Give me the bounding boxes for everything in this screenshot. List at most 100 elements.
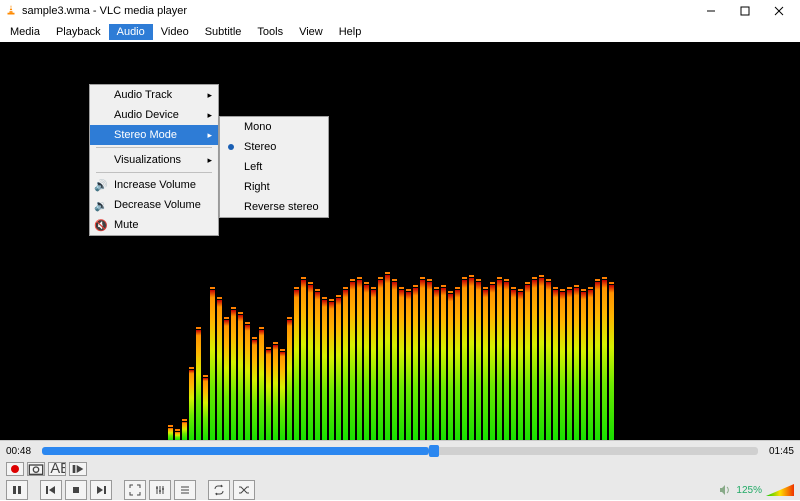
shuffle-button[interactable] xyxy=(233,480,255,500)
spectrum-visualization xyxy=(168,260,648,440)
volume-area: 125% xyxy=(718,483,794,497)
spectrum-bar xyxy=(196,330,201,440)
menu-increase-volume[interactable]: 🔊Increase Volume xyxy=(90,175,218,195)
menu-audio-device[interactable]: Audio Device▸ xyxy=(90,105,218,125)
spectrum-bar xyxy=(336,298,341,440)
menubar: Media Playback Audio Video Subtitle Tool… xyxy=(0,22,800,42)
extended-settings-button[interactable] xyxy=(149,480,171,500)
spectrum-bar xyxy=(252,340,257,440)
spectrum-bar xyxy=(189,370,194,440)
frame-step-button[interactable] xyxy=(69,462,87,476)
menu-decrease-volume[interactable]: 🔉Decrease Volume xyxy=(90,195,218,215)
chevron-right-icon: ▸ xyxy=(207,130,212,141)
menu-label: Visualizations xyxy=(114,154,181,166)
spectrum-bar xyxy=(322,300,327,440)
menu-view[interactable]: View xyxy=(291,24,331,40)
menu-label: Mute xyxy=(114,219,138,231)
stereo-option-left[interactable]: Left xyxy=(220,157,328,177)
spectrum-bar xyxy=(511,290,516,440)
seek-fill xyxy=(42,447,429,455)
spectrum-bar xyxy=(203,378,208,440)
loop-button[interactable] xyxy=(208,480,230,500)
menu-help[interactable]: Help xyxy=(331,24,370,40)
spectrum-bar xyxy=(560,292,565,440)
spectrum-bar xyxy=(602,280,607,440)
menu-stereo-mode[interactable]: Stereo Mode ▸ xyxy=(90,125,218,145)
spectrum-bar xyxy=(343,290,348,440)
menu-tools[interactable]: Tools xyxy=(249,24,291,40)
spectrum-bar xyxy=(357,280,362,440)
maximize-button[interactable] xyxy=(728,0,762,22)
menu-label: Stereo Mode xyxy=(114,129,177,141)
seek-knob[interactable] xyxy=(429,445,439,457)
spectrum-bar xyxy=(504,282,509,440)
spectrum-bar xyxy=(497,280,502,440)
audio-dropdown: Audio Track▸ Audio Device▸ Stereo Mode▸ … xyxy=(89,84,219,236)
spectrum-bar xyxy=(420,280,425,440)
volume-slider[interactable] xyxy=(766,483,794,497)
spectrum-bar xyxy=(273,345,278,440)
stop-button[interactable] xyxy=(65,480,87,500)
spectrum-bar xyxy=(364,285,369,440)
spectrum-bar xyxy=(567,290,572,440)
window-controls xyxy=(694,0,796,22)
menu-label: Left xyxy=(244,161,262,173)
playlist-button[interactable] xyxy=(174,480,196,500)
close-button[interactable] xyxy=(762,0,796,22)
spectrum-bar xyxy=(168,428,173,440)
spectrum-bar xyxy=(245,325,250,440)
next-button[interactable] xyxy=(90,480,112,500)
spectrum-bar xyxy=(581,292,586,440)
pause-button[interactable] xyxy=(6,480,28,500)
spectrum-bar xyxy=(231,310,236,440)
spectrum-bar xyxy=(385,275,390,440)
window-title: sample3.wma - VLC media player xyxy=(22,5,694,17)
stereo-option-stereo[interactable]: Stereo xyxy=(220,137,328,157)
spectrum-bar xyxy=(371,290,376,440)
spectrum-bar xyxy=(301,280,306,440)
seek-bar[interactable] xyxy=(42,447,758,455)
menu-subtitle[interactable]: Subtitle xyxy=(197,24,250,40)
spectrum-bar xyxy=(455,290,460,440)
menu-mute[interactable]: 🔇Mute xyxy=(90,215,218,235)
minimize-button[interactable] xyxy=(694,0,728,22)
spectrum-bar xyxy=(574,288,579,440)
menu-label: Increase Volume xyxy=(114,179,196,191)
menu-playback[interactable]: Playback xyxy=(48,24,109,40)
menu-visualizations[interactable]: Visualizations▸ xyxy=(90,150,218,170)
spectrum-bar xyxy=(441,288,446,440)
snapshot-button[interactable] xyxy=(27,462,45,476)
menu-label: Audio Track xyxy=(114,89,172,101)
stereo-mode-submenu: Mono Stereo Left Right Reverse stereo xyxy=(219,116,329,218)
menu-audio[interactable]: Audio xyxy=(109,24,153,40)
spectrum-bar xyxy=(476,282,481,440)
volume-down-icon: 🔉 xyxy=(94,199,108,212)
spectrum-bar xyxy=(350,282,355,440)
speaker-icon[interactable] xyxy=(718,483,732,497)
radio-selected-icon xyxy=(228,144,234,150)
previous-button[interactable] xyxy=(40,480,62,500)
spectrum-bar xyxy=(588,290,593,440)
stereo-option-mono[interactable]: Mono xyxy=(220,117,328,137)
video-area: Audio Track▸ Audio Device▸ Stereo Mode▸ … xyxy=(0,42,800,440)
time-total[interactable]: 01:45 xyxy=(764,446,794,457)
spectrum-bar xyxy=(490,285,495,440)
stereo-option-right[interactable]: Right xyxy=(220,177,328,197)
stereo-option-reverse[interactable]: Reverse stereo xyxy=(220,197,328,217)
spectrum-bar xyxy=(469,278,474,440)
menu-media[interactable]: Media xyxy=(2,24,48,40)
menu-video[interactable]: Video xyxy=(153,24,197,40)
time-elapsed[interactable]: 00:48 xyxy=(6,446,36,457)
spectrum-bar xyxy=(224,320,229,440)
record-button[interactable] xyxy=(6,462,24,476)
spectrum-bar xyxy=(462,280,467,440)
menu-audio-track[interactable]: Audio Track▸ xyxy=(90,85,218,105)
volume-percent: 125% xyxy=(736,485,762,496)
menu-label: Stereo xyxy=(244,141,276,153)
vlc-cone-icon xyxy=(4,4,18,18)
main-buttons-row: 125% xyxy=(6,479,794,501)
spectrum-bar xyxy=(392,282,397,440)
fullscreen-button[interactable] xyxy=(124,480,146,500)
spectrum-bar xyxy=(532,280,537,440)
loop-ab-button[interactable]: AB xyxy=(48,462,66,476)
